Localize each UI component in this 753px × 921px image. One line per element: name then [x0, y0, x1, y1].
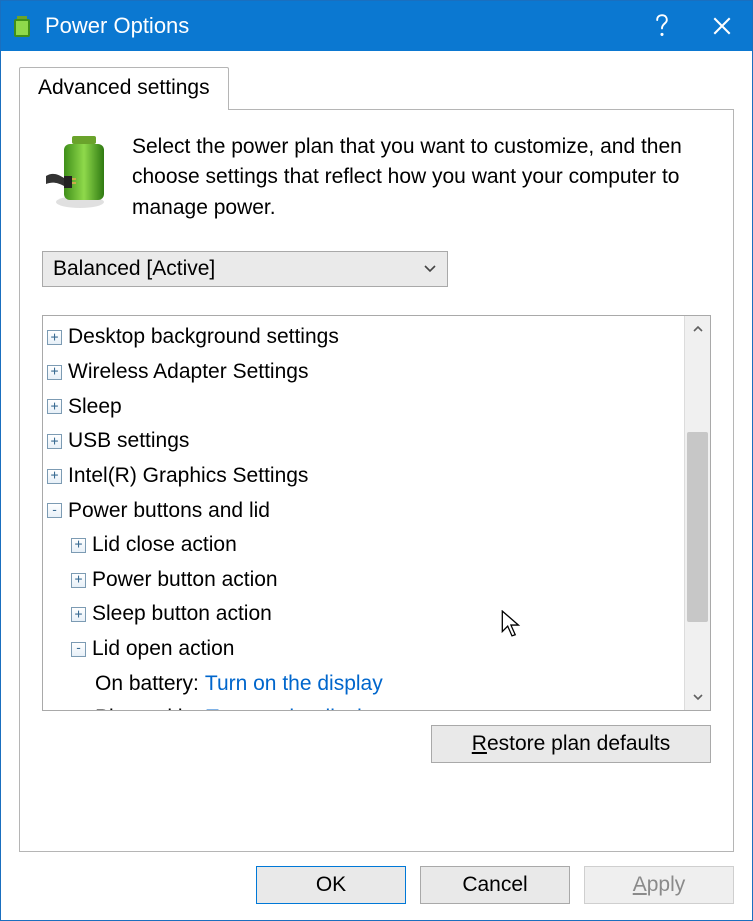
- on-battery-label: On battery:: [95, 667, 199, 702]
- tab-strip: Advanced settings: [19, 67, 734, 109]
- tree-scrollbar[interactable]: [684, 316, 710, 710]
- plus-icon[interactable]: +: [71, 573, 86, 588]
- scroll-down-icon[interactable]: [685, 684, 710, 710]
- battery-icon: [9, 13, 35, 39]
- plus-icon[interactable]: +: [47, 399, 62, 414]
- tab-advanced-settings[interactable]: Advanced settings: [19, 67, 229, 110]
- tree-body[interactable]: +Desktop background settings +Wireless A…: [43, 316, 684, 710]
- plus-icon[interactable]: +: [47, 330, 62, 345]
- client-area: Advanced settings: [1, 51, 752, 866]
- cancel-button[interactable]: Cancel: [420, 866, 570, 904]
- minus-icon[interactable]: -: [71, 642, 86, 657]
- tree-item-power-buttons-lid[interactable]: -Power buttons and lid: [47, 494, 680, 529]
- tree-item-wireless-adapter[interactable]: +Wireless Adapter Settings: [47, 355, 680, 390]
- scroll-thumb[interactable]: [687, 432, 708, 622]
- tab-page: Select the power plan that you want to c…: [19, 109, 734, 852]
- titlebar[interactable]: Power Options: [1, 1, 752, 51]
- apply-button[interactable]: Apply: [584, 866, 734, 904]
- plugged-in-label: Plugged in:: [95, 701, 200, 710]
- intro-row: Select the power plan that you want to c…: [42, 132, 711, 223]
- window-title: Power Options: [45, 13, 632, 39]
- tree-leaf-plugged-in[interactable]: Plugged in: Turn on the display: [47, 701, 680, 710]
- chevron-down-icon: [423, 261, 437, 277]
- tree-item-lid-close[interactable]: +Lid close action: [47, 528, 680, 563]
- ok-button[interactable]: OK: [256, 866, 406, 904]
- help-button[interactable]: [632, 1, 692, 51]
- tree-item-sleep-button-action[interactable]: +Sleep button action: [47, 597, 680, 632]
- restore-defaults-button[interactable]: Restore plan defaults: [431, 725, 711, 763]
- power-options-dialog: Power Options Advanced settings: [0, 0, 753, 921]
- tree-item-intel-graphics[interactable]: +Intel(R) Graphics Settings: [47, 459, 680, 494]
- on-battery-value[interactable]: Turn on the display: [205, 667, 383, 702]
- plus-icon[interactable]: +: [47, 434, 62, 449]
- close-button[interactable]: [692, 1, 752, 51]
- plus-icon[interactable]: +: [71, 607, 86, 622]
- settings-tree: +Desktop background settings +Wireless A…: [42, 315, 711, 711]
- plus-icon[interactable]: +: [71, 538, 86, 553]
- plus-icon[interactable]: +: [47, 365, 62, 380]
- power-icon: [42, 132, 112, 212]
- scroll-up-icon[interactable]: [685, 316, 710, 342]
- scroll-track[interactable]: [685, 342, 710, 684]
- dialog-buttons: OK Cancel Apply: [1, 866, 752, 920]
- tree-leaf-on-battery[interactable]: On battery: Turn on the display: [47, 667, 680, 702]
- intro-text: Select the power plan that you want to c…: [132, 132, 711, 223]
- tree-item-desktop-background[interactable]: +Desktop background settings: [47, 320, 680, 355]
- tree-item-lid-open[interactable]: -Lid open action: [47, 632, 680, 667]
- power-plan-dropdown[interactable]: Balanced [Active]: [42, 251, 448, 287]
- plus-icon[interactable]: +: [47, 469, 62, 484]
- plugged-in-value[interactable]: Turn on the display: [206, 701, 384, 710]
- tree-item-usb[interactable]: +USB settings: [47, 424, 680, 459]
- minus-icon[interactable]: -: [47, 503, 62, 518]
- power-plan-selected: Balanced [Active]: [53, 257, 215, 281]
- tree-item-sleep[interactable]: +Sleep: [47, 390, 680, 425]
- tree-item-power-button-action[interactable]: +Power button action: [47, 563, 680, 598]
